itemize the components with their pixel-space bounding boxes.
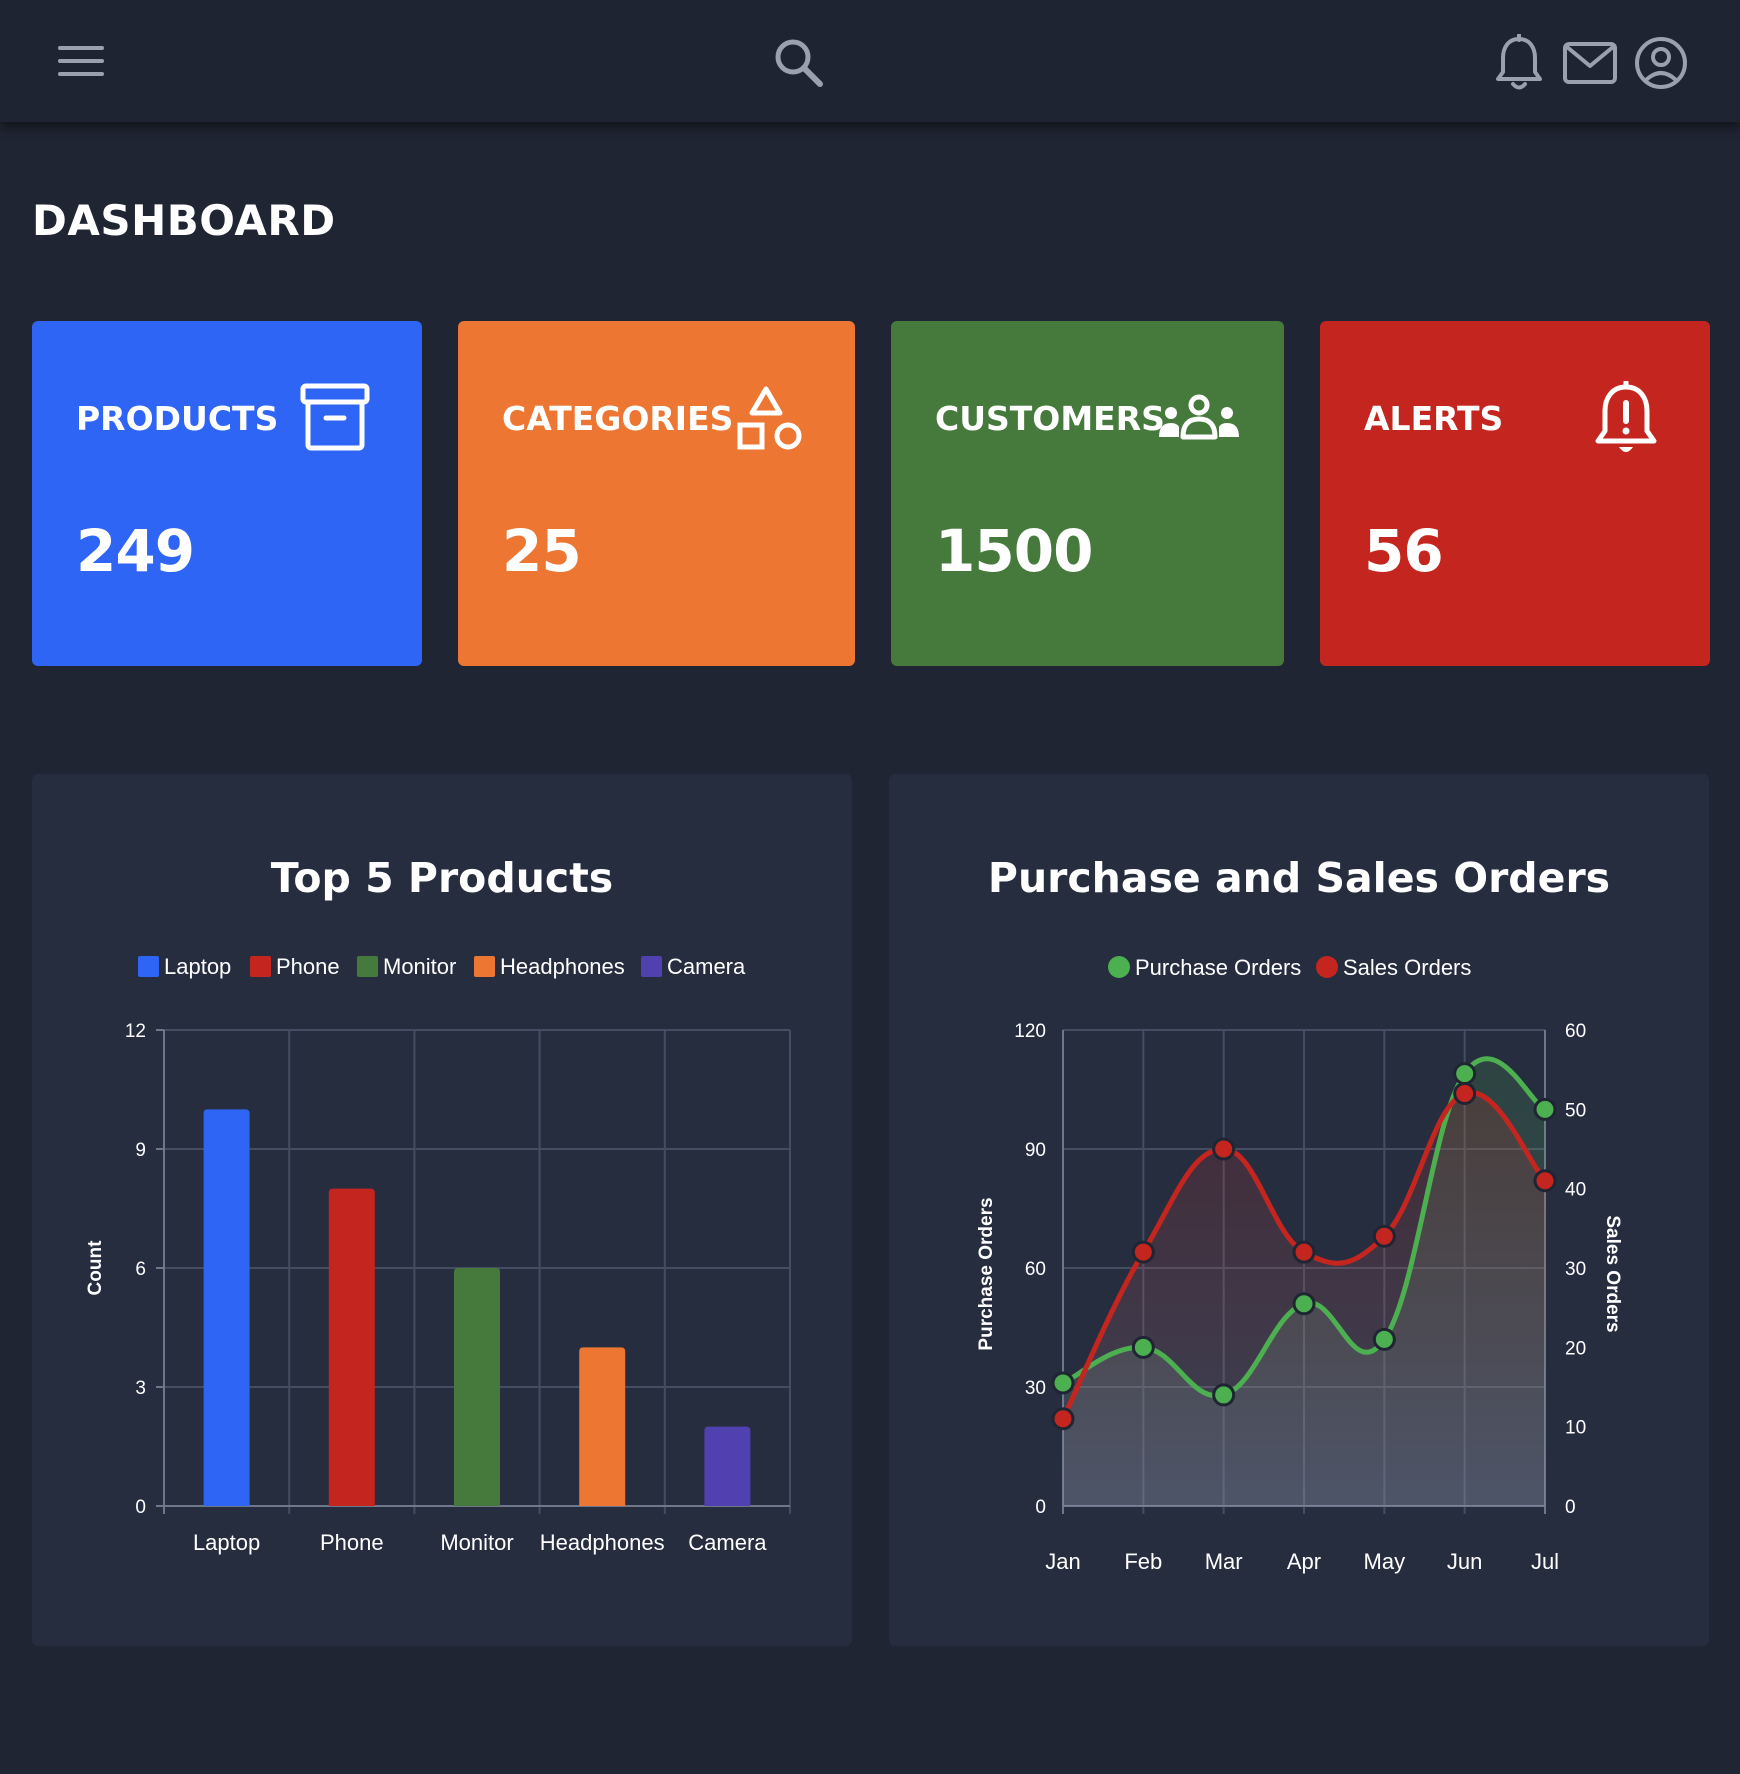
legend-swatch bbox=[474, 956, 495, 977]
top-navbar bbox=[0, 0, 1740, 122]
data-point bbox=[1131, 1240, 1155, 1264]
data-point bbox=[1533, 1169, 1557, 1193]
x-tick-label: Jul bbox=[1531, 1549, 1559, 1574]
products-card[interactable]: PRODUCTS 249 bbox=[32, 321, 422, 666]
x-tick-label: May bbox=[1364, 1549, 1406, 1574]
card-value: 249 bbox=[76, 517, 195, 585]
x-tick-label: Monitor bbox=[440, 1530, 513, 1555]
data-point bbox=[1051, 1371, 1075, 1395]
card-value: 1500 bbox=[935, 517, 1093, 585]
y-left-tick-label: 120 bbox=[1014, 1021, 1046, 1042]
legend-marker bbox=[1316, 956, 1338, 978]
legend-label: Sales Orders bbox=[1343, 955, 1471, 980]
legend-label: Monitor bbox=[383, 954, 456, 979]
legend-label: Phone bbox=[276, 954, 340, 979]
card-title: ALERTS bbox=[1364, 399, 1504, 438]
y-tick-label: 9 bbox=[135, 1140, 146, 1161]
y-left-axis-label: Purchase Orders bbox=[976, 1197, 997, 1350]
x-tick-label: Jun bbox=[1447, 1549, 1482, 1574]
data-point bbox=[1453, 1081, 1477, 1105]
card-title: CUSTOMERS bbox=[935, 399, 1165, 438]
x-tick-label: Phone bbox=[320, 1530, 384, 1555]
orders-line-chart: Purchase Orders Sales Orders 0 30 60 90 120 0 10… bbox=[976, 955, 1623, 1574]
y-axis-label: Count bbox=[85, 1240, 106, 1296]
y-right-axis-label: Sales Orders bbox=[1602, 1215, 1623, 1332]
legend-swatch bbox=[138, 956, 159, 977]
y-right-tick-label: 20 bbox=[1565, 1338, 1586, 1359]
y-right-tick-label: 60 bbox=[1565, 1021, 1586, 1042]
card-title: PRODUCTS bbox=[76, 399, 279, 438]
page-title: DASHBOARD bbox=[32, 196, 336, 245]
y-tick-label: 3 bbox=[135, 1378, 146, 1399]
data-point bbox=[1212, 1383, 1236, 1407]
data-point bbox=[1292, 1240, 1316, 1264]
bell-exclamation-icon bbox=[1594, 379, 1658, 464]
y-right-tick-label: 0 bbox=[1565, 1497, 1576, 1518]
y-left-tick-label: 30 bbox=[1025, 1378, 1046, 1399]
y-tick-label: 0 bbox=[135, 1497, 146, 1518]
data-point bbox=[1292, 1292, 1316, 1316]
legend-swatch bbox=[357, 956, 378, 977]
bar bbox=[579, 1347, 626, 1506]
data-point bbox=[1533, 1097, 1557, 1121]
bell-icon[interactable] bbox=[1494, 33, 1544, 92]
search-icon[interactable] bbox=[772, 36, 826, 90]
bar bbox=[454, 1268, 500, 1506]
legend-label: Camera bbox=[667, 954, 746, 979]
x-tick-label: Jan bbox=[1045, 1549, 1080, 1574]
bar bbox=[203, 1109, 250, 1506]
y-right-tick-label: 30 bbox=[1565, 1259, 1586, 1280]
orders-chart-panel: Purchase and Sales Orders Purchase Order… bbox=[889, 774, 1709, 1646]
y-right-tick-label: 10 bbox=[1565, 1418, 1586, 1439]
x-tick-label: Apr bbox=[1287, 1549, 1321, 1574]
alerts-card[interactable]: ALERTS 56 bbox=[1320, 321, 1710, 666]
y-left-tick-label: 0 bbox=[1035, 1497, 1046, 1518]
card-value: 56 bbox=[1364, 517, 1444, 585]
data-point bbox=[1372, 1327, 1396, 1351]
archive-box-icon bbox=[300, 383, 370, 458]
legend-swatch bbox=[250, 956, 271, 977]
data-point bbox=[1453, 1062, 1477, 1086]
data-point bbox=[1212, 1137, 1236, 1161]
mail-icon[interactable] bbox=[1562, 40, 1618, 86]
x-tick-label: Laptop bbox=[193, 1530, 260, 1555]
data-point bbox=[1372, 1224, 1396, 1248]
y-tick-label: 6 bbox=[135, 1259, 146, 1280]
x-tick-label: Headphones bbox=[540, 1530, 665, 1555]
x-tick-label: Mar bbox=[1205, 1549, 1243, 1574]
y-left-tick-label: 60 bbox=[1025, 1259, 1046, 1280]
top-products-chart-panel: Top 5 Products Laptop Phone Monitor Headpho… bbox=[32, 774, 852, 1646]
legend-marker bbox=[1108, 956, 1130, 978]
customers-card[interactable]: CUSTOMERS 1500 bbox=[891, 321, 1284, 666]
shapes-icon bbox=[736, 385, 806, 460]
user-circle-icon[interactable] bbox=[1634, 36, 1688, 90]
categories-card[interactable]: CATEGORIES 25 bbox=[458, 321, 855, 666]
legend-label: Headphones bbox=[500, 954, 625, 979]
x-tick-label: Feb bbox=[1124, 1549, 1162, 1574]
hamburger-menu-icon[interactable] bbox=[56, 42, 106, 80]
card-title: CATEGORIES bbox=[502, 399, 734, 438]
legend-label: Laptop bbox=[164, 954, 231, 979]
bar bbox=[704, 1426, 751, 1506]
y-right-tick-label: 50 bbox=[1565, 1100, 1586, 1121]
y-left-tick-label: 90 bbox=[1025, 1140, 1046, 1161]
legend-label: Purchase Orders bbox=[1135, 955, 1301, 980]
data-point bbox=[1131, 1335, 1155, 1359]
people-group-icon bbox=[1157, 393, 1241, 446]
card-value: 25 bbox=[502, 517, 582, 585]
data-point bbox=[1051, 1407, 1075, 1431]
top-products-bar-chart: Laptop Phone Monitor Headphones Camera 0 3 6 9 12… bbox=[85, 954, 791, 1555]
y-tick-label: 12 bbox=[125, 1021, 146, 1042]
x-tick-label: Camera bbox=[688, 1530, 767, 1555]
y-right-tick-label: 40 bbox=[1565, 1180, 1586, 1201]
bar bbox=[328, 1188, 375, 1506]
legend-swatch bbox=[641, 956, 662, 977]
